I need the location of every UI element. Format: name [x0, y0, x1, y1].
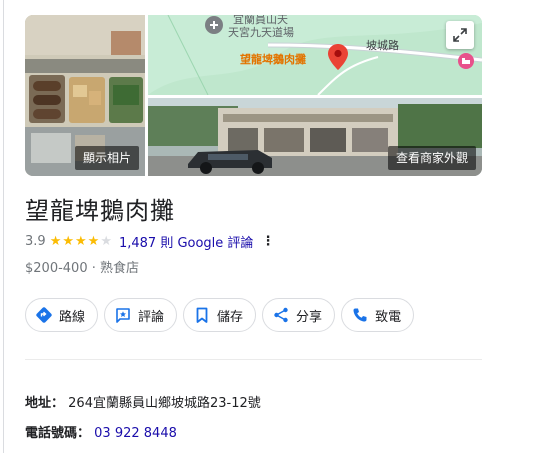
review-label: 評論 [138, 309, 165, 325]
street-view-photo[interactable]: 查看商家外觀 [148, 98, 482, 176]
photo-strip: 顯示相片 宜蘭員山天 天宮九天道場 坡城路 望龍埤鵝肉攤 查看商家外觀 [25, 15, 482, 176]
view-exterior-button[interactable]: 查看商家外觀 [387, 146, 476, 170]
star-icon: ★ [62, 234, 74, 249]
map-pin-icon [328, 44, 348, 70]
rating-value: 3.9 [25, 234, 46, 249]
share-icon [274, 307, 288, 323]
directions-button[interactable]: 路線 [25, 298, 99, 332]
star-icon: ★ [87, 234, 100, 249]
star-icon: ★ [75, 234, 87, 249]
price-range: $200-400 [25, 261, 88, 276]
bookmark-icon [196, 307, 208, 323]
directions-icon [36, 307, 52, 323]
share-label: 分享 [296, 309, 323, 325]
expand-icon [453, 28, 467, 42]
map-label-road: 坡城路 [366, 39, 399, 52]
directions-label: 路線 [59, 309, 86, 325]
hotel-marker-icon [458, 53, 474, 69]
place-meta: $200-400 · 熟食店 [25, 257, 139, 276]
rating-stars: ★ ★ ★ ★ ★ [50, 235, 112, 248]
section-divider [25, 359, 482, 360]
save-label: 儲存 [217, 309, 244, 325]
left-border [3, 0, 4, 453]
address-value[interactable]: 264宜蘭縣員山鄉坡城路23-12號 [68, 396, 261, 411]
save-button[interactable]: 儲存 [183, 298, 257, 332]
review-button[interactable]: 評論 [104, 298, 178, 332]
view-photos-button[interactable]: 顯示相片 [74, 146, 139, 170]
food-photo[interactable]: 顯示相片 [25, 15, 145, 176]
star-empty-icon: ★ [100, 234, 112, 249]
star-icon: ★ [49, 234, 62, 249]
phone-link[interactable]: 03 922 8448 [94, 426, 177, 441]
share-button[interactable]: 分享 [262, 298, 336, 332]
expand-map-button[interactable] [446, 21, 474, 49]
rating-row: 3.9 ★ ★ ★ ★ ★ 1,487 則 Google 評論 ⋮ [25, 232, 274, 251]
map-label-temple: 天宮九天道場 [228, 26, 294, 39]
call-label: 致電 [375, 309, 402, 325]
map-image [148, 15, 482, 95]
address-label: 地址： [25, 396, 65, 411]
reviews-link[interactable]: 1,487 則 Google 評論 [119, 232, 253, 251]
action-buttons: 路線 評論 儲存 分享 致電 [25, 298, 415, 332]
place-title: 望龍埤鵝肉攤 [25, 197, 175, 225]
map-label-pin: 望龍埤鵝肉攤 [240, 53, 306, 66]
more-options-icon[interactable]: ⋮ [261, 234, 274, 249]
phone-icon [353, 308, 367, 322]
place-category: 熟食店 [100, 261, 140, 276]
meta-separator: · [91, 261, 96, 276]
call-button[interactable]: 致電 [341, 298, 415, 332]
address-row: 地址： 264宜蘭縣員山鄉坡城路23-12號 [25, 392, 261, 411]
review-icon [116, 308, 130, 323]
map-thumbnail[interactable]: 宜蘭員山天 天宮九天道場 坡城路 望龍埤鵝肉攤 [148, 15, 482, 95]
phone-label: 電話號碼： [25, 426, 91, 441]
phone-row: 電話號碼： 03 922 8448 [25, 422, 177, 441]
